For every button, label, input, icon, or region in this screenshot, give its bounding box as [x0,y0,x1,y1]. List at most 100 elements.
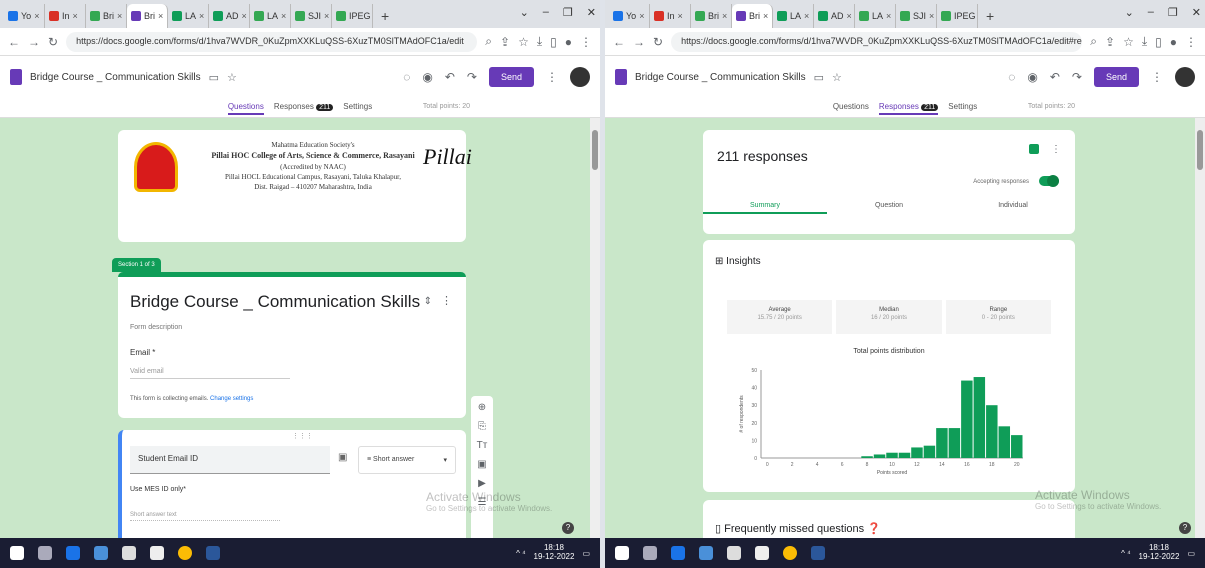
undo-icon[interactable]: ↶ [445,70,455,84]
tab-individual[interactable]: Individual [951,202,1075,214]
edge-icon[interactable] [66,546,80,560]
scrollbar[interactable] [590,118,600,538]
form-title[interactable]: Bridge Course _ Communication Skills [30,72,201,83]
new-tab-button[interactable]: + [373,8,397,28]
zoom-icon[interactable]: ⌕ [1090,34,1097,49]
more-icon[interactable]: ⋮ [1051,144,1061,155]
tab-close-icon[interactable]: × [639,11,644,21]
chrome-icon[interactable] [178,546,192,560]
share-icon[interactable]: ⇪ [1105,35,1115,49]
browser-tab[interactable]: AD × [209,4,250,28]
browser-tab[interactable]: Bri × [691,4,732,28]
system-tray-icons[interactable]: ^ ⁴ [516,549,525,558]
chevron-down-icon[interactable]: ⌄ [1125,6,1134,19]
profile-icon[interactable]: ● [1170,35,1177,49]
tab-questions[interactable]: Questions [833,102,869,115]
star-icon[interactable]: ☆ [518,35,529,49]
scrollbar-thumb[interactable] [1197,130,1203,170]
profile-icon[interactable]: ● [565,35,572,49]
task-view-icon[interactable] [38,546,52,560]
maximize-icon[interactable]: ❐ [1168,6,1178,19]
tab-close-icon[interactable]: × [73,11,78,21]
add-image-icon[interactable]: ▣ [477,459,486,470]
tab-close-icon[interactable]: × [847,11,852,21]
info-icon[interactable]: ❓ [867,523,881,535]
accepting-responses-toggle[interactable] [1039,175,1059,187]
store-icon[interactable] [122,546,136,560]
browser-tab[interactable]: LA × [855,4,896,28]
browser-tab[interactable]: IPEG× [937,4,978,28]
back-icon[interactable]: ← [613,35,625,49]
system-tray-icons[interactable]: ^ ⁴ [1121,549,1130,558]
tab-close-icon[interactable]: × [158,11,163,21]
maximize-icon[interactable]: ❐ [563,6,573,19]
windows-start-icon[interactable] [615,546,629,560]
download-icon[interactable]: ⤓ [537,34,542,49]
browser-tab[interactable]: In × [45,4,86,28]
redo-icon[interactable]: ↷ [1072,70,1082,84]
menu-icon[interactable]: ⋮ [1185,35,1197,49]
form-main-title[interactable]: Bridge Course _ Communication Skills [130,292,420,312]
chevron-down-icon[interactable]: ⌄ [520,6,529,19]
collapse-icon[interactable]: ⇕ [424,296,432,307]
browser-tab[interactable]: In × [650,4,691,28]
share-icon[interactable]: ⇪ [500,35,510,49]
help-icon[interactable]: ? [562,522,574,534]
preview-icon[interactable]: ◉ [1027,70,1037,84]
tab-close-icon[interactable]: × [763,11,768,21]
browser-tab[interactable]: LA × [250,4,291,28]
sheets-icon[interactable] [1029,144,1039,154]
forward-icon[interactable]: → [633,35,645,49]
more-icon[interactable]: ⋮ [546,70,558,84]
browser-tab[interactable]: LA × [168,4,209,28]
new-tab-button[interactable]: + [978,8,1002,28]
tab-questions[interactable]: Questions [227,102,264,115]
tab-close-icon[interactable]: × [929,11,934,21]
browser-tab[interactable]: Bri × [127,4,168,28]
word-icon[interactable] [206,546,220,560]
close-icon[interactable]: ✕ [587,6,596,19]
title-card[interactable]: Bridge Course _ Communication Skills ⇕ ⋮… [118,272,466,418]
send-button[interactable]: Send [488,67,534,87]
task-view-icon[interactable] [643,546,657,560]
notification-icon[interactable]: ▭ [1187,549,1195,558]
tab-close-icon[interactable]: × [281,11,286,21]
tab-settings[interactable]: Settings [948,102,977,115]
tab-settings[interactable]: Settings [343,102,372,115]
browser-tab[interactable]: SJI × [291,4,332,28]
tab-close-icon[interactable]: × [34,11,39,21]
tab-close-icon[interactable]: × [886,11,891,21]
palette-icon[interactable]: ◌ [1008,70,1015,84]
more-icon[interactable]: ⋮ [1151,70,1163,84]
avatar[interactable] [570,67,590,87]
scrollbar[interactable] [1195,118,1205,538]
send-button[interactable]: Send [1093,67,1139,87]
taskbar-clock[interactable]: 18:18 19-12-2022 [1139,543,1180,562]
redo-icon[interactable]: ↷ [467,70,477,84]
explorer-icon[interactable] [94,546,108,560]
lock-icon[interactable] [755,546,769,560]
browser-tab[interactable]: LA × [773,4,814,28]
browser-tab[interactable]: Yo × [609,4,650,28]
email-field[interactable]: Valid email [130,368,290,379]
menu-icon[interactable]: ⋮ [580,35,592,49]
palette-icon[interactable]: ◌ [403,70,410,84]
minimize-icon[interactable]: – [543,6,549,19]
avatar[interactable] [1175,67,1195,87]
lock-icon[interactable] [150,546,164,560]
tab-close-icon[interactable]: × [678,11,683,21]
form-title[interactable]: Bridge Course _ Communication Skills [635,72,806,83]
import-questions-icon[interactable]: ⎘ [478,421,486,432]
question-description[interactable]: Use MES ID only* [130,486,186,493]
browser-tab[interactable]: Bri × [732,4,773,28]
minimize-icon[interactable]: – [1148,6,1154,19]
browser-tab[interactable]: SJI × [896,4,937,28]
forward-icon[interactable]: → [28,35,40,49]
tab-close-icon[interactable]: × [242,11,247,21]
url-field[interactable]: https://docs.google.com/forms/d/1hva7WVD… [66,31,478,52]
store-icon[interactable] [727,546,741,560]
drag-handle-icon[interactable]: ⋮⋮⋮ [292,432,313,440]
sidebar-icon[interactable]: ▯ [550,35,557,49]
star-icon[interactable]: ☆ [1123,35,1134,49]
tab-close-icon[interactable]: × [117,11,122,21]
